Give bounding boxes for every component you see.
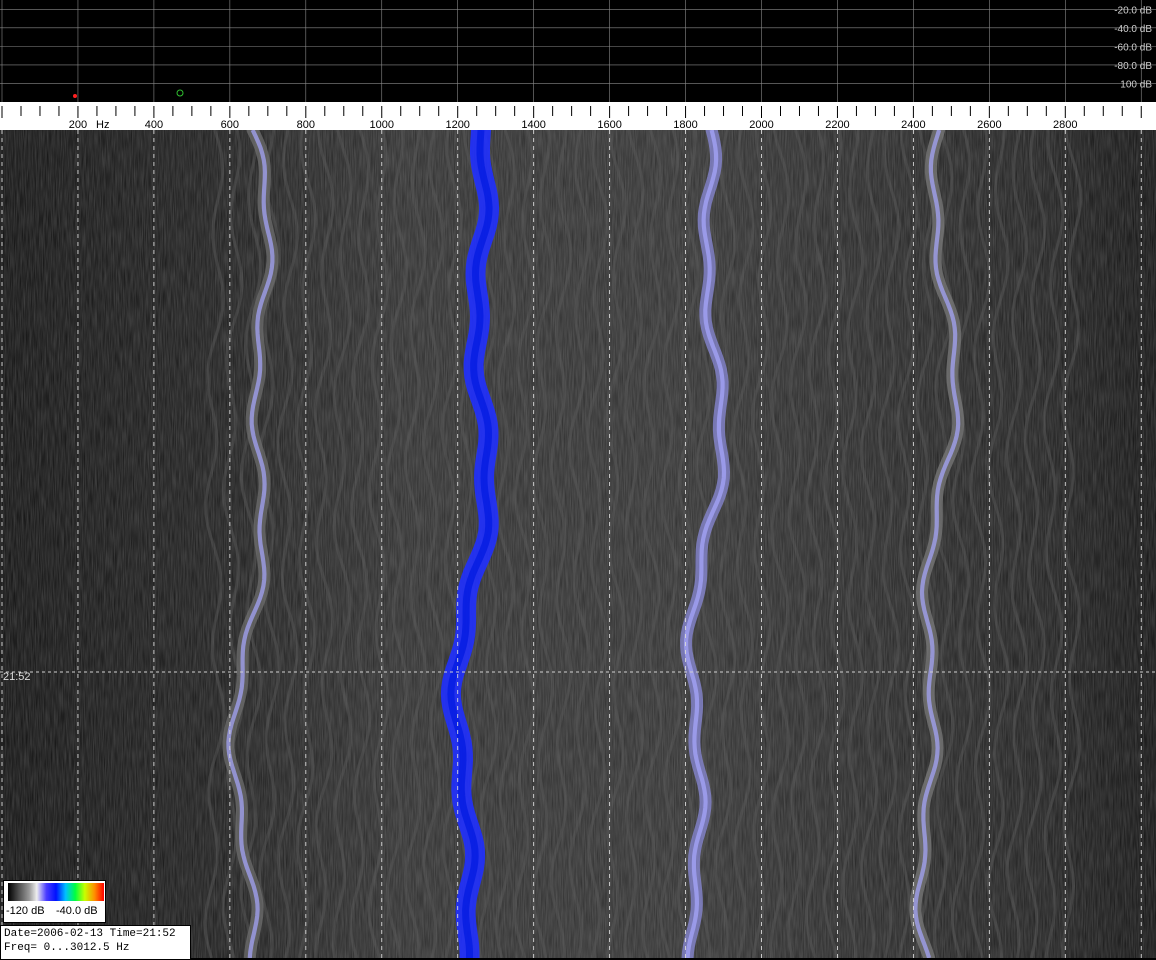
ruler-labels: 200 400 600 800 1000 1200 1400 1600 1800 2000 2200… [69,119,1078,130]
freq-range-info: Freq= 0...3012.5 Hz [4,942,130,954]
time-marker-label: 21:52 [3,671,31,683]
spectrum-db-label: -40.0 dB [1114,24,1152,35]
waterfall-display [0,130,1156,958]
color-scale-bar [8,883,104,901]
ruler-tick-label: 1200 [445,119,469,130]
spectrum-grid [0,0,1156,102]
legend-high-label: -40.0 dB [56,905,98,917]
ruler-unit-label: Hz [96,119,109,130]
spectrum-db-label: -80.0 dB [1114,61,1152,72]
ruler-tick-label: 400 [145,119,163,130]
ruler-tick-label: 1000 [370,119,394,130]
ruler-tick-label: 1600 [597,119,621,130]
ruler-tick-label: 800 [297,119,315,130]
frequency-ruler: 200 400 600 800 1000 1200 1400 1600 1800 2000 2200… [0,102,1156,130]
ruler-tick-label: 200 [69,119,87,130]
marker-green [176,89,184,97]
color-legend: -120 dB -40.0 dB [3,880,106,923]
date-time-info: Date=2006-02-13 Time=21:52 [4,928,176,940]
ruler-tick-label: 2400 [901,119,925,130]
legend-low-label: -120 dB [6,905,45,917]
ruler-tick-label: 2800 [1053,119,1077,130]
spectrum-plot: -20.0 dB -40.0 dB -60.0 dB -80.0 dB 100 dB [0,0,1156,102]
spectrum-db-label: 100 dB [1120,79,1152,90]
spectrum-db-label: -20.0 dB [1114,5,1152,16]
ruler-ticks [1,106,1142,118]
ruler-tick-label: 1400 [521,119,545,130]
info-box: Date=2006-02-13 Time=21:52 Freq= 0...301… [0,925,191,960]
ruler-tick-label: 2600 [977,119,1001,130]
ruler-tick-label: 600 [221,119,239,130]
spectrum-db-labels: -20.0 dB -40.0 dB -60.0 dB -80.0 dB 100 dB [1114,5,1152,90]
ruler-tick-label: 2000 [749,119,773,130]
spectrum-db-label: -60.0 dB [1114,42,1152,53]
ruler-tick-label: 1800 [673,119,697,130]
ruler-tick-label: 2200 [825,119,849,130]
marker-red [73,94,77,98]
